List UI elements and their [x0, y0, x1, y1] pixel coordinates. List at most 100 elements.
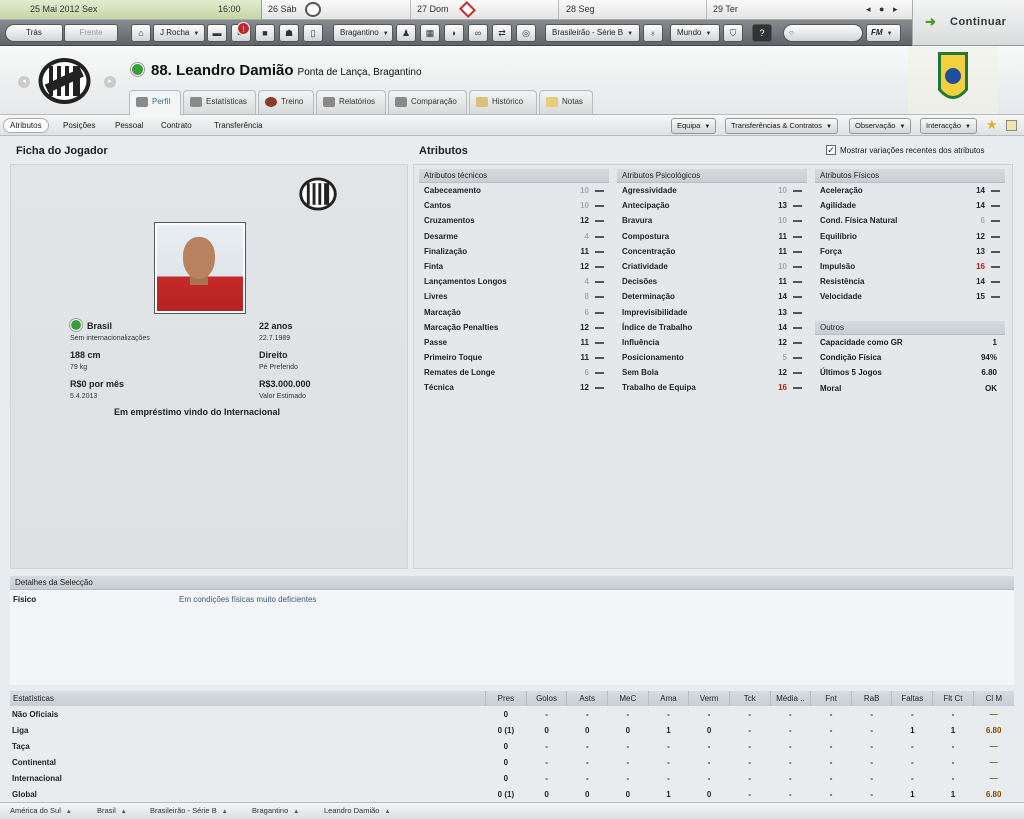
attribute-row[interactable]: Cruzamentos 12	[419, 213, 609, 228]
home-icon[interactable]: ⌂	[131, 24, 151, 42]
stats-column-header[interactable]: Flt Ct	[932, 691, 974, 706]
attribute-row[interactable]: Força 13	[815, 244, 1005, 259]
table-row[interactable]: Liga 0 (1) 0 0 0 1 0 - - - - 1 1 6.80	[10, 722, 1014, 738]
tab-relatorios[interactable]: Relatórios	[316, 90, 386, 114]
attribute-row[interactable]: Marcação 6	[419, 305, 609, 320]
attribute-row[interactable]: Influência 12	[617, 335, 807, 350]
calendar-today[interactable]: 25 Mai 2012 Sex 16:00	[0, 0, 262, 19]
attribute-row[interactable]: Equilíbrio 12	[815, 229, 1005, 244]
attribute-row[interactable]: Cantos 10	[419, 198, 609, 213]
calendar-day-1[interactable]: 26 Sáb	[268, 4, 297, 14]
subtab-atributos[interactable]: Atributos	[3, 118, 49, 133]
tab-treino[interactable]: Treino	[258, 90, 314, 114]
tab-perfil[interactable]: Perfil	[129, 90, 181, 115]
subtab-posicoes[interactable]: Posições	[56, 118, 102, 133]
world-menu[interactable]: Mundo ▼	[670, 24, 720, 42]
attribute-row[interactable]: Impulsão 16	[815, 259, 1005, 274]
stats-column-header[interactable]: Pres	[485, 691, 527, 706]
stats-column-header[interactable]: Asts	[566, 691, 608, 706]
stats-column-header[interactable]: Estatísticas	[10, 691, 486, 706]
match-club-icon[interactable]	[305, 2, 321, 17]
attribute-row[interactable]: Aceleração 14	[815, 183, 1005, 198]
calendar-nav-icons[interactable]: ◂ ● ▸	[866, 4, 900, 15]
match-club-icon-2[interactable]	[459, 1, 476, 18]
attribute-row[interactable]: Criatividade 10	[617, 259, 807, 274]
table-row[interactable]: Taça 0 - - - - - - - - - - - —	[10, 738, 1014, 754]
back-button[interactable]: Trás	[5, 24, 63, 42]
squad-icon[interactable]: ♟	[396, 24, 416, 42]
calendar-day-2[interactable]: 27 Dom	[417, 4, 449, 14]
tab-estatisticas[interactable]: Estatísticas	[183, 90, 256, 114]
attribute-row[interactable]: Desarme 4	[419, 229, 609, 244]
table-row[interactable]: Global 0 (1) 0 0 0 1 0 - - - - 1 1 6.80	[10, 786, 1014, 802]
attribute-row[interactable]: Remates de Longe 6	[419, 365, 609, 380]
prev-player-icon[interactable]: ◂	[18, 76, 30, 88]
tab-comparacao[interactable]: Comparação	[388, 90, 467, 114]
attribute-row[interactable]: Posicionamento 5	[617, 350, 807, 365]
breadcrumb-item[interactable]: Brasil ▲	[97, 803, 127, 819]
star-icon[interactable]: ★	[986, 117, 998, 133]
show-changes-checkbox[interactable]: ✓	[826, 145, 836, 155]
breadcrumb-item[interactable]: Brasileirão - Série B ▲	[150, 803, 228, 819]
add-note-icon[interactable]	[1006, 120, 1017, 131]
stats-column-header[interactable]: Fnt	[810, 691, 852, 706]
attribute-row[interactable]: Compostura 11	[617, 229, 807, 244]
transfers-icon[interactable]: ⇄	[492, 24, 512, 42]
attribute-row[interactable]: Antecipação 13	[617, 198, 807, 213]
scouting-binoculars-icon[interactable]: ∞	[468, 24, 488, 42]
attribute-row[interactable]: Cabeceamento 10	[419, 183, 609, 198]
attribute-row[interactable]: Velocidade 15	[815, 289, 1005, 304]
fm-menu[interactable]: FM ▼	[866, 24, 901, 42]
attribute-row[interactable]: Passe 11	[419, 335, 609, 350]
manager-menu[interactable]: J Rocha ▼	[153, 24, 205, 42]
breadcrumb-item[interactable]: Bragantino ▲	[252, 803, 299, 819]
tactics-icon[interactable]: ▦	[420, 24, 440, 42]
subtab-contrato[interactable]: Contrato	[154, 118, 199, 133]
attribute-row[interactable]: Lançamentos Longos 4	[419, 274, 609, 289]
trophy-icon[interactable]: ♁	[643, 24, 663, 42]
table-row[interactable]: Internacional 0 - - - - - - - - - - - —	[10, 770, 1014, 786]
stats-column-header[interactable]: MeC	[607, 691, 649, 706]
equipa-menu[interactable]: Equipa ▼	[671, 118, 717, 134]
attribute-row[interactable]: Livres 8	[419, 289, 609, 304]
attribute-row[interactable]: Finalização 11	[419, 244, 609, 259]
attribute-row[interactable]: Agilidade 14	[815, 198, 1005, 213]
stats-column-header[interactable]: Média ..	[769, 691, 811, 706]
finances-icon[interactable]: ◎	[516, 24, 536, 42]
attribute-row[interactable]: Índice de Trabalho 14	[617, 320, 807, 335]
search-input[interactable]: ○	[783, 24, 863, 42]
help-icon[interactable]: ?	[752, 24, 772, 42]
calendar-day-4[interactable]: 29 Ter	[713, 4, 738, 14]
stats-column-header[interactable]: Tck	[728, 691, 771, 706]
stats-column-header[interactable]: Faltas	[891, 691, 933, 706]
subtab-pessoal[interactable]: Pessoal	[108, 118, 150, 133]
continue-button[interactable]: ➜ Continuar	[912, 0, 1024, 46]
attribute-row[interactable]: Imprevisibilidade 13	[617, 305, 807, 320]
interaccao-menu[interactable]: Interacção ▼	[920, 118, 977, 134]
attribute-row[interactable]: Trabalho de Equipa 16	[617, 380, 807, 395]
forward-button[interactable]: Frente	[64, 24, 118, 42]
attribute-row[interactable]: Primeiro Toque 11	[419, 350, 609, 365]
stats-column-header[interactable]: RaB	[850, 691, 892, 706]
stats-column-header[interactable]: Ama	[647, 691, 689, 706]
phone-icon[interactable]: ▯	[303, 24, 323, 42]
attribute-row[interactable]: Decisões 11	[617, 274, 807, 289]
next-player-icon[interactable]: ▸	[104, 76, 116, 88]
tab-historico[interactable]: Histórico	[469, 90, 537, 114]
calendar-day-3[interactable]: 28 Seg	[566, 4, 595, 14]
attribute-row[interactable]: Concentração 11	[617, 244, 807, 259]
stats-column-header[interactable]: Golos	[525, 691, 567, 706]
attribute-row[interactable]: Agressividade 10	[617, 183, 807, 198]
stats-column-header[interactable]: Cl M	[972, 691, 1014, 706]
scout-icon[interactable]: ☗	[279, 24, 299, 42]
subtab-transferencia[interactable]: Transferência	[207, 118, 270, 133]
breadcrumb-item[interactable]: América do Sul ▲	[10, 803, 72, 819]
attribute-row[interactable]: Resistência 14	[815, 274, 1005, 289]
attribute-row[interactable]: Determinação 14	[617, 289, 807, 304]
competition-menu[interactable]: Brasileirão - Série B ▼	[545, 24, 640, 42]
attribute-row[interactable]: Cond. Física Natural 6	[815, 213, 1005, 228]
loan-note[interactable]: Em empréstimo vindo do Internacional	[114, 407, 280, 417]
training-icon[interactable]: ◗	[444, 24, 464, 42]
attribute-row[interactable]: Sem Bola 12	[617, 365, 807, 380]
shield-icon[interactable]: ⛉	[723, 24, 743, 42]
